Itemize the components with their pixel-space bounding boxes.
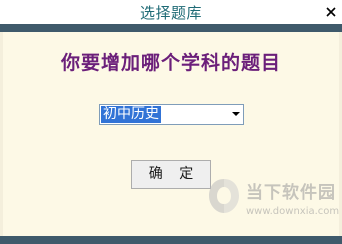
- close-button[interactable]: [320, 1, 342, 23]
- watermark-text: 当下软件园: [246, 183, 336, 203]
- chevron-down-icon[interactable]: [232, 112, 240, 116]
- top-band: [0, 24, 342, 32]
- window-title: 选择题库: [139, 4, 202, 22]
- confirm-button[interactable]: 确 定: [131, 160, 211, 189]
- bottom-band: [0, 236, 342, 244]
- watermark-url: www.downxia.com: [246, 206, 340, 217]
- subject-select-value: 初中历史: [101, 106, 161, 123]
- title-bar: 选择题库: [0, 0, 342, 24]
- watermark-logo-icon: [204, 176, 244, 216]
- prompt-heading: 你要增加哪个学科的题目: [60, 52, 281, 74]
- watermark: 当下软件园 www.downxia.com: [204, 176, 340, 228]
- close-icon: [326, 7, 336, 17]
- dialog-window: 选择题库 你要增加哪个学科的题目 初中历史 确 定 当下软件园 www.down…: [0, 0, 342, 244]
- subject-select[interactable]: 初中历史: [99, 104, 244, 125]
